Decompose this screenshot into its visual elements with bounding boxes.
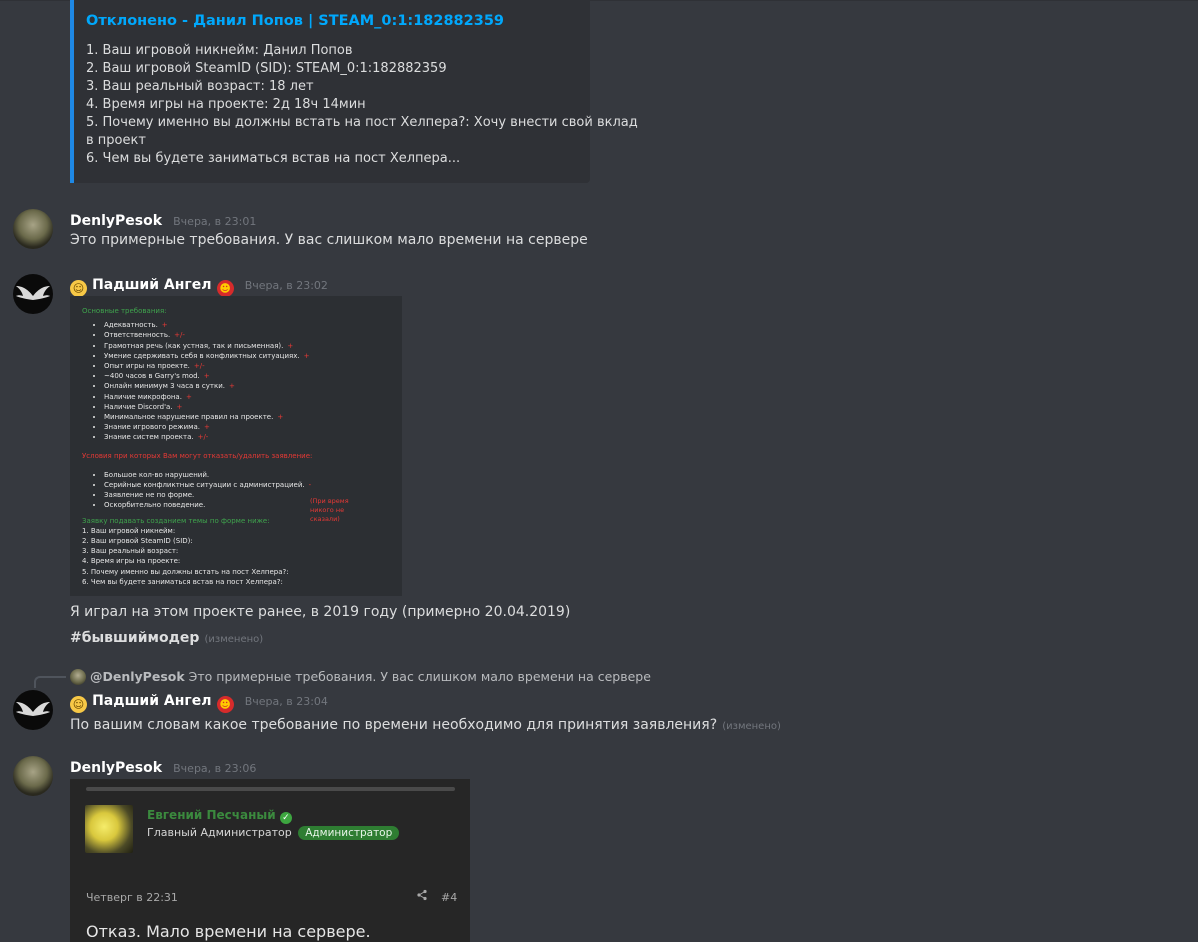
role-badge: Администратор	[298, 826, 400, 840]
reply-avatar[interactable]	[70, 669, 86, 685]
wings-icon	[16, 286, 50, 300]
form-line: 5. Почему именно вы должны встать на пос…	[82, 567, 289, 576]
forum-divider	[86, 787, 455, 791]
message-text: Я играл на этом проекте ранее, в 2019 го…	[70, 604, 571, 620]
form-line: 6. Чем вы будете заниматься встав на пос…	[82, 577, 283, 586]
angel-emoji-icon: ☺	[70, 696, 87, 713]
requirements-list: Адекватность.+ Ответственность.+/- Грамо…	[82, 320, 402, 442]
form-line: 4. Время игры на проекте:	[82, 557, 181, 566]
message-line: По вашим словам какое требование по врем…	[70, 714, 781, 733]
form-line: 1. Ваш игровой никнейм:	[82, 526, 176, 535]
embed-line: 6. Чем вы будете заниматься встав на пос…	[86, 151, 461, 166]
forum-role: Главный Администратор Администратор	[147, 826, 400, 840]
list-item: Большое кол-во нарушений.	[104, 470, 402, 480]
message-header: ☺ Падший Ангел ☻ Вчера, в 23:04	[70, 690, 328, 713]
list-item: Знание систем проекта.+/-	[104, 432, 402, 442]
list-item: ~400 часов в Garry's mod.+	[104, 371, 402, 381]
angel-emoji-icon: ☺	[70, 280, 87, 297]
devil-emoji-icon: ☻	[216, 280, 234, 297]
form-lines: 1. Ваш игровой никнейм: 2. Ваш игровой S…	[82, 526, 402, 587]
post-number: #4	[441, 891, 458, 904]
list-item: Знание игрового режима.+	[104, 422, 402, 432]
embed-line: 5. Почему именно вы должны встать на пос…	[86, 115, 638, 130]
embed-line: 2. Ваш игровой SteamID (SID): STEAM_0:1:…	[86, 61, 447, 76]
form-line: 2. Ваш игровой SteamID (SID):	[82, 537, 193, 546]
embed-description: 1. Ваш игровой никнейм: Данил Попов 2. В…	[86, 42, 638, 168]
application-embed: Отклонено - Данил Попов | STEAM_0:1:1828…	[70, 0, 638, 183]
forum-author-name: Евгений Песчаный	[147, 808, 276, 822]
embed-line: 3. Ваш реальный возраст: 18 лет	[86, 79, 314, 94]
form-line: 3. Ваш реальный возраст:	[82, 547, 179, 556]
handwritten-note: (При время никого не сказали)	[310, 496, 349, 523]
username[interactable]: Падший Ангел	[92, 693, 211, 709]
timestamp: Вчера, в 23:02	[244, 279, 328, 292]
list-item: Наличие Discord'a.+	[104, 402, 402, 412]
reply-spine	[34, 676, 66, 688]
timestamp: Вчера, в 23:04	[244, 695, 328, 708]
forum-post-date: Четверг в 22:31	[86, 891, 178, 904]
reply-mention[interactable]: @DenlyPesok	[90, 669, 185, 684]
refusal-heading: Условия при которых Вам могут отказать/у…	[82, 451, 313, 460]
forum-author: Евгений Песчаный ✓	[147, 808, 292, 824]
timestamp: Вчера, в 23:01	[173, 215, 257, 228]
list-item: Опыт игры на проекте.+/-	[104, 361, 402, 371]
username[interactable]: Падший Ангел	[92, 277, 211, 293]
forum-avatar	[85, 805, 133, 853]
devil-emoji-icon: ☻	[216, 696, 234, 713]
edited-label: (изменено)	[204, 634, 264, 645]
list-item: Адекватность.+	[104, 320, 402, 330]
verified-check-icon: ✓	[279, 812, 292, 824]
list-item: Серийные конфликтные ситуации с админист…	[104, 480, 402, 490]
embed-line: в проект	[86, 133, 146, 148]
list-item: Ответственность.+/-	[104, 330, 402, 340]
requirements-heading: Основные требования:	[82, 307, 167, 315]
hashtag-text: #бывшиймодер	[70, 630, 200, 646]
image-attachment[interactable]: Основные требования: Адекватность.+ Отве…	[70, 296, 402, 596]
reply-preview[interactable]: @DenlyPesok Это примерные требования. У …	[90, 669, 651, 684]
timestamp: Вчера, в 23:06	[173, 762, 257, 775]
username[interactable]: DenlyPesok	[70, 213, 162, 229]
avatar[interactable]	[13, 209, 53, 249]
list-item: Грамотная речь (как устная, так и письме…	[104, 341, 402, 351]
forum-post-text: Отказ. Мало времени на сервере.	[86, 922, 371, 941]
forum-screenshot-attachment[interactable]: Евгений Песчаный ✓ Главный Администратор…	[70, 779, 470, 942]
embed-line: 4. Время игры на проекте: 2д 18ч 14мин	[86, 97, 366, 112]
share-icon	[416, 889, 428, 904]
list-item: Онлайн минимум 3 часа в сутки.+	[104, 381, 402, 391]
embed-title[interactable]: Отклонено - Данил Попов | STEAM_0:1:1828…	[86, 13, 504, 29]
edited-label: (изменено)	[722, 721, 781, 732]
list-item: Умение сдерживать себя в конфликтных сит…	[104, 351, 402, 361]
message-line: #бывшиймодер (изменено)	[70, 627, 263, 646]
message-header: DenlyPesok Вчера, в 23:06	[70, 757, 256, 776]
message-header: DenlyPesok Вчера, в 23:01	[70, 210, 256, 229]
embed-line: 1. Ваш игровой никнейм: Данил Попов	[86, 43, 353, 58]
list-item: Наличие микрофона.+	[104, 392, 402, 402]
avatar[interactable]	[13, 274, 53, 314]
message-text: По вашим словам какое требование по врем…	[70, 717, 718, 733]
avatar[interactable]	[13, 756, 53, 796]
message-header: ☺ Падший Ангел ☻ Вчера, в 23:02	[70, 274, 328, 297]
avatar[interactable]	[13, 690, 53, 730]
message-text: Это примерные требования. У вас слишком …	[70, 232, 588, 248]
wings-icon	[16, 702, 50, 716]
list-item: Минимальное нарушение правил на проекте.…	[104, 412, 402, 422]
forum-role-title: Главный Администратор	[147, 826, 292, 839]
reply-text[interactable]: Это примерные требования. У вас слишком …	[189, 669, 651, 684]
username[interactable]: DenlyPesok	[70, 760, 162, 776]
